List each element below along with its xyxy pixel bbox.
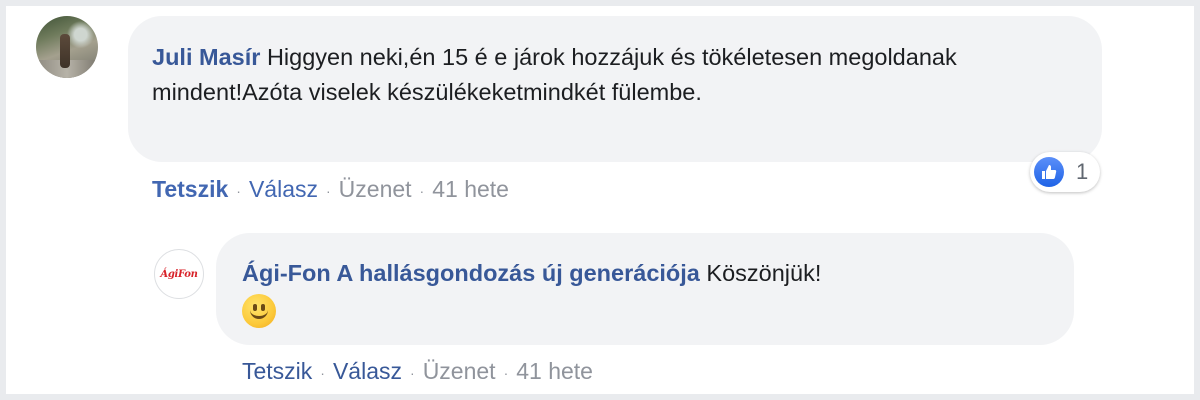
avatar[interactable] bbox=[36, 16, 98, 78]
thumbs-up-icon bbox=[1034, 157, 1064, 187]
smiley-icon bbox=[242, 293, 276, 328]
reply-author[interactable]: Ági-Fon A hallásgondozás új generációja bbox=[242, 260, 700, 286]
separator-dot: · bbox=[410, 364, 415, 381]
reaction-badge[interactable]: 1 bbox=[1030, 152, 1101, 192]
reply-link[interactable]: Válasz bbox=[249, 176, 318, 202]
smiley-mouth bbox=[250, 308, 268, 319]
timestamp[interactable]: 41 hete bbox=[432, 176, 509, 202]
separator-dot: · bbox=[503, 364, 509, 381]
reply-actions: Tetszik · Válasz · Üzenet · 41 hete bbox=[242, 358, 593, 385]
page-avatar[interactable]: ÁgiFon bbox=[154, 249, 204, 299]
separator-dot: · bbox=[419, 182, 425, 199]
like-link[interactable]: Tetszik bbox=[242, 358, 312, 384]
separator-dot: · bbox=[320, 364, 325, 381]
message-link[interactable]: Üzenet bbox=[339, 176, 412, 202]
comment-text: Higgyen neki,én 15 é e járok hozzájuk és… bbox=[152, 44, 957, 105]
reply-bubble: Ági-Fon A hallásgondozás új generációja … bbox=[216, 233, 1074, 345]
agifon-logo: ÁgiFon bbox=[160, 268, 198, 280]
reply-link[interactable]: Válasz bbox=[333, 358, 402, 384]
message-link[interactable]: Üzenet bbox=[423, 358, 496, 384]
reply-text: Köszönjük! bbox=[706, 260, 822, 286]
avatar-person bbox=[60, 34, 70, 68]
comment-author[interactable]: Juli Masír bbox=[152, 44, 260, 70]
comment-bubble: Juli Masír Higgyen neki,én 15 é e járok … bbox=[128, 16, 1102, 162]
timestamp[interactable]: 41 hete bbox=[516, 358, 593, 384]
like-link[interactable]: Tetszik bbox=[152, 176, 228, 202]
comment-actions: Tetszik · Válasz · Üzenet · 41 hete bbox=[152, 176, 509, 203]
reaction-count: 1 bbox=[1076, 159, 1089, 184]
separator-dot: · bbox=[326, 182, 331, 199]
separator-dot: · bbox=[236, 182, 241, 199]
